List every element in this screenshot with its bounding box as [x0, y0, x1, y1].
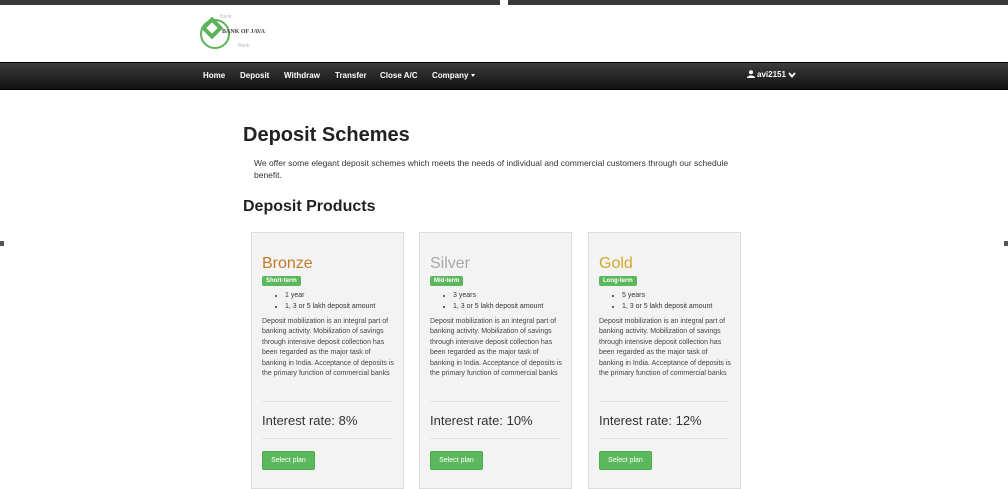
nav-deposit[interactable]: Deposit	[240, 71, 269, 80]
plan-description: Deposit mobilization is an integral part…	[430, 318, 562, 378]
select-plan-button[interactable]: Select plan	[430, 451, 483, 470]
divider	[262, 401, 392, 402]
user-name: avi2151	[757, 70, 786, 79]
feature-list: 1 year 1, 3 or 5 lakh deposit amount	[274, 290, 375, 312]
divider	[430, 401, 560, 402]
left-edge-marker	[0, 241, 4, 246]
nav-home[interactable]: Home	[203, 71, 225, 80]
nav-transfer[interactable]: Transfer	[335, 71, 367, 80]
nav-close-ac[interactable]: Close A/C	[380, 71, 418, 80]
plan-title: Silver	[430, 255, 471, 272]
user-icon	[747, 70, 755, 78]
feature-item: 1 year	[285, 290, 375, 301]
interest-rate: Interest rate: 8%	[262, 413, 358, 428]
intro-text: We offer some elegant deposit schemes wh…	[254, 158, 729, 180]
plan-description: Deposit mobilization is an integral part…	[262, 318, 394, 378]
plan-card-silver: Silver Mid-term 3 years 1, 3 or 5 lakh d…	[419, 232, 572, 489]
interest-rate: Interest rate: 10%	[430, 413, 533, 428]
feature-list: 5 years 1, 3 or 5 lakh deposit amount	[611, 290, 712, 312]
term-badge: Mid-term	[430, 276, 464, 286]
nav-company-dropdown[interactable]: Company	[432, 71, 476, 80]
right-edge-marker	[1004, 241, 1008, 246]
select-plan-button[interactable]: Select plan	[262, 451, 315, 470]
bank-logo[interactable]: Bank BANK OF JAVA Bank	[198, 10, 268, 52]
divider	[599, 401, 729, 402]
logo-faint-text: Bank	[238, 43, 250, 49]
plan-card-gold: Gold Long-term 5 years 1, 3 or 5 lakh de…	[588, 232, 741, 489]
term-badge: Short-term	[262, 276, 301, 286]
user-menu[interactable]: avi2151	[747, 70, 798, 79]
feature-item: 1, 3 or 5 lakh deposit amount	[622, 301, 712, 312]
logo-faint-text: Bank	[220, 14, 232, 20]
interest-rate: Interest rate: 12%	[599, 413, 702, 428]
feature-item: 3 years	[453, 290, 543, 301]
feature-item: 5 years	[622, 290, 712, 301]
navbar: Home Deposit Withdraw Transfer Close A/C…	[0, 62, 1008, 90]
plan-card-bronze: Bronze Short-term 1 year 1, 3 or 5 lakh …	[251, 232, 404, 489]
nav-withdraw[interactable]: Withdraw	[284, 71, 320, 80]
divider	[430, 438, 560, 439]
window-top-bar	[0, 0, 1008, 5]
feature-list: 3 years 1, 3 or 5 lakh deposit amount	[442, 290, 543, 312]
chevron-down-icon	[788, 72, 796, 78]
logo-text: BANK OF JAVA	[222, 29, 265, 35]
select-plan-button[interactable]: Select plan	[599, 451, 652, 470]
plan-title: Bronze	[262, 255, 313, 272]
nav-company-label: Company	[432, 71, 469, 80]
term-badge: Long-term	[599, 276, 637, 286]
plan-title: Gold	[599, 255, 633, 272]
divider	[262, 438, 392, 439]
products-heading: Deposit Products	[243, 198, 376, 215]
page-title: Deposit Schemes	[243, 124, 410, 146]
feature-item: 1, 3 or 5 lakh deposit amount	[453, 301, 543, 312]
caret-down-icon	[471, 74, 476, 78]
feature-item: 1, 3 or 5 lakh deposit amount	[285, 301, 375, 312]
divider	[599, 438, 729, 439]
plan-description: Deposit mobilization is an integral part…	[599, 318, 731, 378]
